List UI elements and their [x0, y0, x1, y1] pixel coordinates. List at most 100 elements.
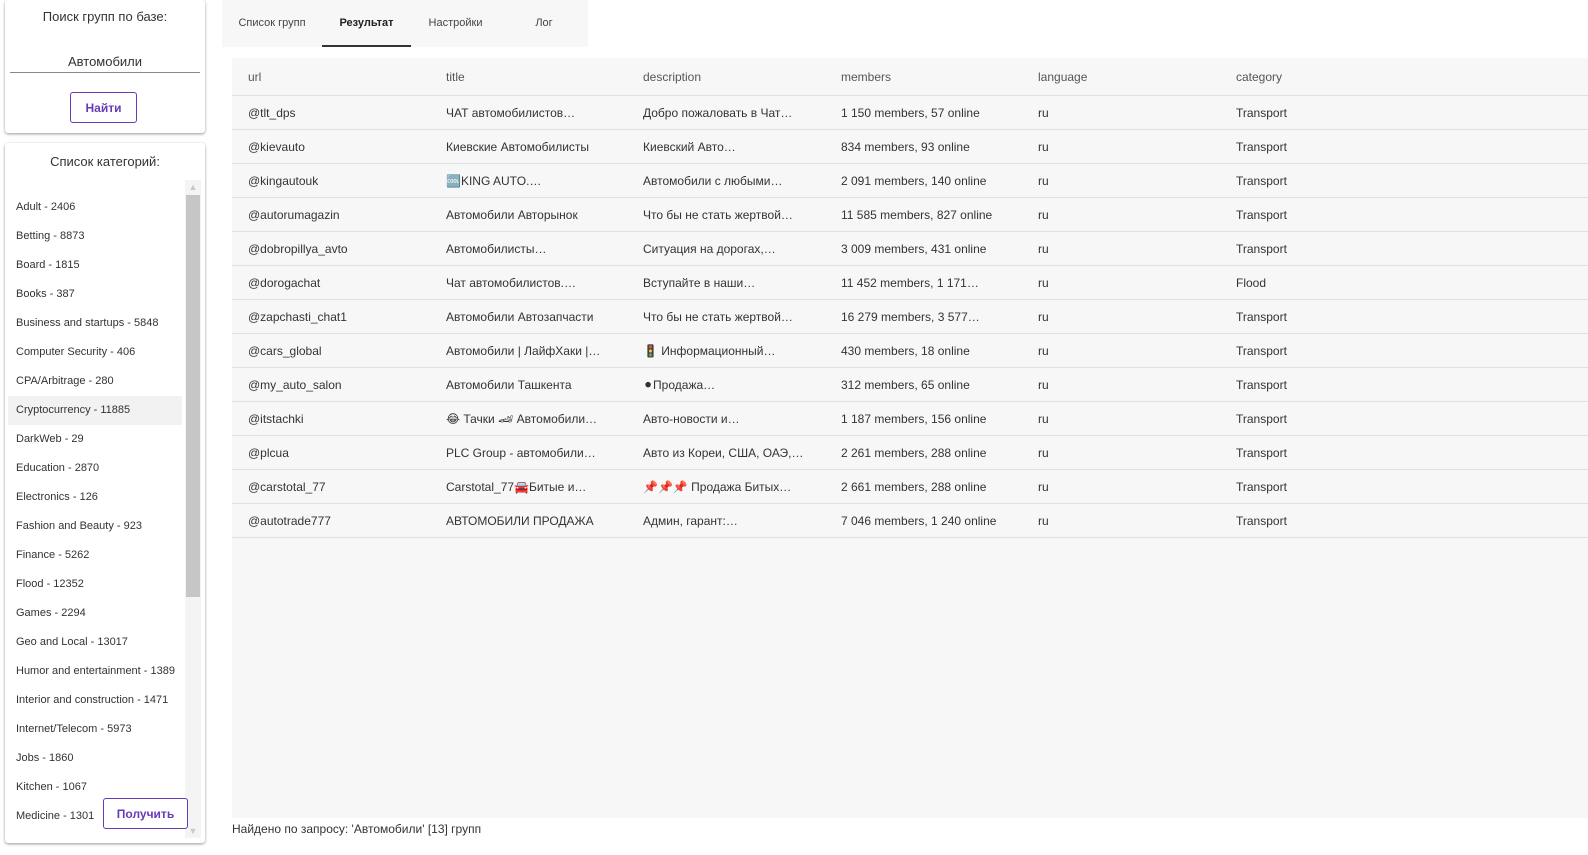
category-item[interactable]: Humor and entertainment - 1389	[8, 657, 182, 686]
cell-category: Transport	[1220, 469, 1588, 504]
cell-title: 😂 Тачки 🏎 Автомобили…	[430, 401, 627, 436]
table-row[interactable]: @tlt_dps ЧАТ автомобилистов… Добро пожалов…	[232, 95, 1588, 130]
category-card: Список категорий: Adult - 2406 Betting - …	[5, 143, 205, 843]
cell-category: Transport	[1220, 333, 1588, 368]
search-title: Поиск групп по базе:	[42, 9, 168, 24]
cell-url: @tlt_dps	[232, 95, 430, 130]
scroll-up-arrow-icon[interactable]: ▲	[185, 180, 201, 194]
table-header-row: url title description members language c…	[232, 58, 1588, 96]
category-item[interactable]: Geo and Local - 13017	[8, 628, 182, 657]
table-row[interactable]: @dorogachat Чат автомобилистов.… Вступайте…	[232, 265, 1588, 300]
category-item[interactable]: Jobs - 1860	[8, 744, 182, 773]
cell-title: ЧАТ автомобилистов…	[430, 95, 627, 130]
table-row[interactable]: @autorumagazin Автомобили Авторынок Что бы…	[232, 197, 1588, 232]
cell-url: @zapchasti_chat1	[232, 299, 430, 334]
column-header-members[interactable]: members	[825, 58, 1022, 96]
cell-url: @dorogachat	[232, 265, 430, 300]
cell-url: @autotrade777	[232, 503, 430, 538]
cell-language: ru	[1022, 95, 1220, 130]
cell-category: Transport	[1220, 401, 1588, 436]
cell-members: 312 members, 65 online	[825, 367, 1022, 402]
search-input[interactable]	[10, 50, 200, 73]
category-item[interactable]: Books - 387	[8, 280, 182, 309]
sidebar: Поиск групп по базе: Найти Список катего…	[0, 0, 215, 855]
tab-settings[interactable]: Настройки	[411, 0, 500, 47]
category-item[interactable]: Internet/Telecom - 5973	[8, 715, 182, 744]
cell-description: Что бы не стать жертвой…	[627, 197, 825, 232]
cell-category: Transport	[1220, 299, 1588, 334]
cell-description: Автомобили с любыми…	[627, 163, 825, 198]
table-row[interactable]: @kievauto Киевские Автомобилисты Киевский …	[232, 129, 1588, 164]
cell-members: 11 585 members, 827 online	[825, 197, 1022, 232]
cell-language: ru	[1022, 435, 1220, 470]
category-scrollbar[interactable]: ▲ ▼	[185, 180, 201, 838]
table-row[interactable]: @carstotal_77 Carstotal_77🚘Битые и… 📌📌📌 Пр…	[232, 469, 1588, 504]
category-item[interactable]: Fashion and Beauty - 923	[8, 512, 182, 541]
category-item[interactable]: Finance - 5262	[8, 541, 182, 570]
table-row[interactable]: @my_auto_salon Автомобили Ташкента ⚫Продаж…	[232, 367, 1588, 402]
cell-description: Киевский Авто…	[627, 129, 825, 164]
category-item[interactable]: Business and startups - 5848	[8, 309, 182, 338]
category-item[interactable]: DarkWeb - 29	[8, 425, 182, 454]
category-item[interactable]: Flood - 12352	[8, 570, 182, 599]
category-item[interactable]: Interior and construction - 1471	[8, 686, 182, 715]
table-row[interactable]: @itstachki 😂 Тачки 🏎 Автомобили… Авто-ново…	[232, 401, 1588, 436]
column-header-title[interactable]: title	[430, 58, 627, 96]
column-header-category[interactable]: category	[1220, 58, 1588, 96]
category-item[interactable]: Computer Security - 406	[8, 338, 182, 367]
cell-title: Автомобили Ташкента	[430, 367, 627, 402]
category-item[interactable]: Education - 2870	[8, 454, 182, 483]
category-item[interactable]: Cryptocurrency - 11885	[8, 396, 182, 425]
category-list-title: Список категорий:	[50, 154, 160, 169]
cell-title: 🆒KING AUTO.…	[430, 163, 627, 198]
cell-url: @autorumagazin	[232, 197, 430, 232]
scrollbar-thumb[interactable]	[186, 195, 200, 597]
table-row[interactable]: @kingautouk 🆒KING AUTO.… Автомобили с любы…	[232, 163, 1588, 198]
cell-members: 16 279 members, 3 577…	[825, 299, 1022, 334]
category-list: Adult - 2406 Betting - 8873 Board - 1815 Bo…	[8, 193, 182, 831]
category-item[interactable]: Betting - 8873	[8, 222, 182, 251]
cell-description: ⚫Продажа…	[627, 367, 825, 402]
cell-members: 1 150 members, 57 online	[825, 95, 1022, 130]
cell-description: 📌📌📌 Продажа Битых…	[627, 469, 825, 504]
category-item[interactable]: Electronics - 126	[8, 483, 182, 512]
tab-result[interactable]: Результат	[322, 0, 411, 47]
cell-title: Чат автомобилистов.…	[430, 265, 627, 300]
cell-members: 430 members, 18 online	[825, 333, 1022, 368]
cell-url: @cars_global	[232, 333, 430, 368]
column-header-url[interactable]: url	[232, 58, 430, 96]
table-row[interactable]: @plcua PLC Group - автомобили… Авто из Кор…	[232, 435, 1588, 470]
cell-url: @plcua	[232, 435, 430, 470]
column-header-language[interactable]: language	[1022, 58, 1220, 96]
category-item[interactable]: Games - 2294	[8, 599, 182, 628]
cell-language: ru	[1022, 129, 1220, 164]
table-row[interactable]: @zapchasti_chat1 Автомобили Автозапчасти Ч…	[232, 299, 1588, 334]
tab-log[interactable]: Лог	[500, 0, 588, 47]
table-row[interactable]: @dobropillya_avto Автомобилисты… Ситуация …	[232, 231, 1588, 266]
cell-members: 3 009 members, 431 online	[825, 231, 1022, 266]
cell-members: 11 452 members, 1 171…	[825, 265, 1022, 300]
find-button[interactable]: Найти	[70, 92, 137, 123]
column-header-description[interactable]: description	[627, 58, 825, 96]
search-card: Поиск групп по базе: Найти	[5, 0, 205, 133]
category-item[interactable]: Adult - 2406	[8, 193, 182, 222]
cell-description: Авто-новости и…	[627, 401, 825, 436]
category-item[interactable]: Board - 1815	[8, 251, 182, 280]
cell-category: Transport	[1220, 435, 1588, 470]
cell-members: 7 046 members, 1 240 online	[825, 503, 1022, 538]
table-row[interactable]: @autotrade777 АВТОМОБИЛИ ПРОДАЖА Админ, га…	[232, 503, 1588, 538]
main-panel: Список групп Результат Настройки Лог url…	[222, 0, 1588, 855]
cell-description: Что бы не стать жертвой…	[627, 299, 825, 334]
cell-language: ru	[1022, 367, 1220, 402]
cell-language: ru	[1022, 197, 1220, 232]
cell-language: ru	[1022, 503, 1220, 538]
get-button[interactable]: Получить	[103, 798, 188, 829]
cell-title: Автомобилисты…	[430, 231, 627, 266]
category-item[interactable]: CPA/Arbitrage - 280	[8, 367, 182, 396]
cell-description: Добро пожаловать в Чат…	[627, 95, 825, 130]
tab-group-list[interactable]: Список групп	[222, 0, 322, 47]
cell-title: АВТОМОБИЛИ ПРОДАЖА	[430, 503, 627, 538]
cell-members: 834 members, 93 online	[825, 129, 1022, 164]
cell-url: @my_auto_salon	[232, 367, 430, 402]
table-row[interactable]: @cars_global Автомобили | ЛайфХаки |… 🚦 Ин…	[232, 333, 1588, 368]
